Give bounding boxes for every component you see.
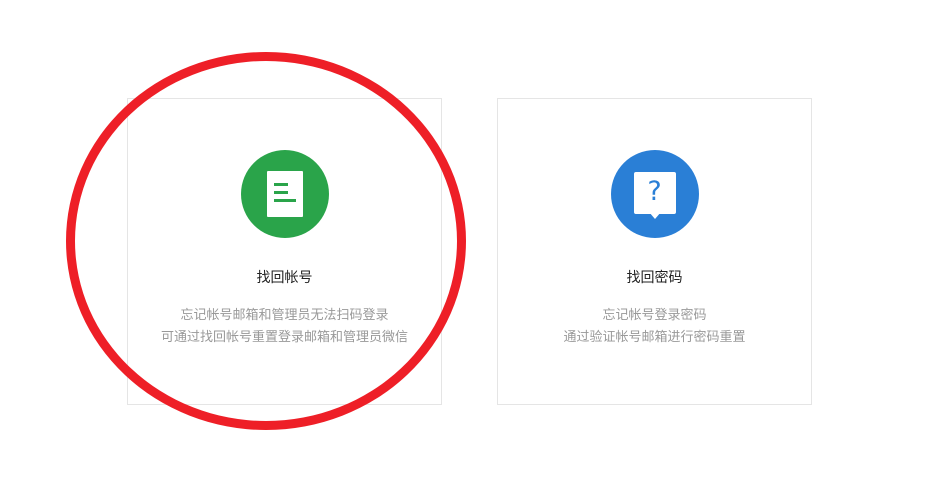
recover-password-card[interactable]: ? 找回密码 忘记帐号登录密码 通过验证帐号邮箱进行密码重置 — [497, 98, 812, 405]
recover-account-card[interactable]: 找回帐号 忘记帐号邮箱和管理员无法扫码登录 可通过找回帐号重置登录邮箱和管理员微… — [127, 98, 442, 405]
document-line — [273, 183, 288, 186]
document-line — [273, 191, 288, 194]
recover-account-description-line-1: 忘记帐号邮箱和管理员无法扫码登录 — [180, 308, 389, 323]
bubble-tail — [648, 212, 661, 219]
question-bubble-icon: ? — [633, 172, 676, 214]
recover-account-title: 找回帐号 — [256, 270, 313, 286]
recover-password-icon-circle: ? — [610, 150, 699, 238]
recover-password-title: 找回密码 — [626, 270, 683, 286]
question-mark: ? — [647, 176, 662, 207]
recover-account-description-line-2: 可通过找回帐号重置登录邮箱和管理员微信 — [160, 330, 408, 345]
recover-account-icon-circle — [240, 150, 329, 238]
recover-password-description-line-1: 忘记帐号登录密码 — [602, 308, 707, 323]
recover-password-description-line-2: 通过验证帐号邮箱进行密码重置 — [563, 330, 746, 345]
document-line — [273, 199, 296, 202]
recovery-options-page: 找回帐号 忘记帐号邮箱和管理员无法扫码登录 可通过找回帐号重置登录邮箱和管理员微… — [0, 0, 941, 496]
document-icon — [266, 171, 303, 217]
